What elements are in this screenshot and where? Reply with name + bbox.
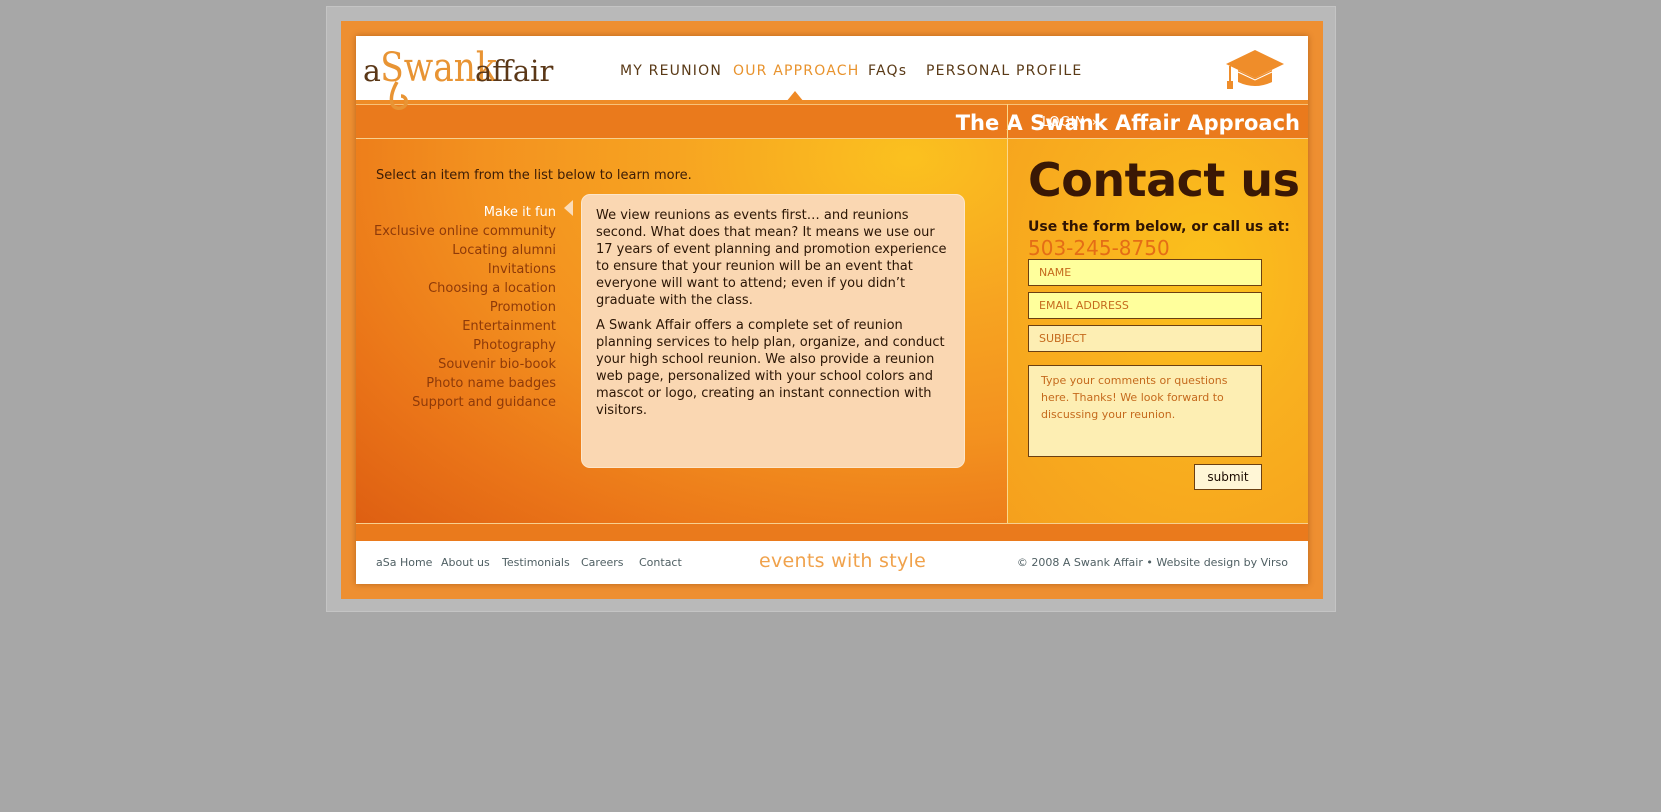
name-field[interactable] bbox=[1028, 259, 1262, 286]
tagline: events with style bbox=[759, 550, 927, 572]
topic-locating-alumni[interactable]: Locating alumni bbox=[374, 241, 556, 260]
contact-subtitle: Use the form below, or call us at: bbox=[1028, 219, 1290, 235]
header: a Swank affair MY REUNION OUR APPROACH F… bbox=[356, 36, 1308, 110]
email-field[interactable] bbox=[1028, 292, 1262, 319]
topic-list: Make it fun Exclusive online community L… bbox=[374, 203, 556, 412]
logo[interactable]: a Swank affair bbox=[363, 38, 563, 118]
footer-link-asa-home[interactable]: aSa Home bbox=[376, 556, 432, 569]
footer-link-careers[interactable]: Careers bbox=[581, 556, 624, 569]
page-title: The A Swank Affair Approach bbox=[955, 111, 1300, 135]
topic-content-box: We view reunions as events first… and re… bbox=[581, 194, 965, 468]
phone-number: 503-245-8750 bbox=[1028, 236, 1170, 260]
footer-link-contact[interactable]: Contact bbox=[639, 556, 682, 569]
content-paragraph-2: A Swank Affair offers a complete set of … bbox=[596, 318, 945, 418]
footer-link-testimonials[interactable]: Testimonials bbox=[502, 556, 570, 569]
graduation-cap-icon bbox=[1226, 50, 1284, 89]
subject-field[interactable] bbox=[1028, 325, 1262, 352]
topic-promotion[interactable]: Promotion bbox=[374, 298, 556, 317]
intro-text: Select an item from the list below to le… bbox=[376, 168, 692, 183]
topic-entertainment[interactable]: Entertainment bbox=[374, 317, 556, 336]
topic-photo-name-badges[interactable]: Photo name badges bbox=[374, 374, 556, 393]
login-link[interactable]: LOGIN » bbox=[1042, 115, 1100, 130]
bubble-pointer bbox=[564, 200, 573, 216]
login-label: LOGIN bbox=[1042, 115, 1086, 130]
content-paragraph-1: We view reunions as events first… and re… bbox=[596, 208, 947, 308]
bottom-strip bbox=[356, 523, 1308, 541]
double-chevron-right-icon: » bbox=[1091, 115, 1101, 130]
topic-choosing-a-location[interactable]: Choosing a location bbox=[374, 279, 556, 298]
footer-link-about-us[interactable]: About us bbox=[441, 556, 490, 569]
submit-button[interactable]: submit bbox=[1194, 464, 1262, 490]
site-container: a Swank affair MY REUNION OUR APPROACH F… bbox=[356, 36, 1308, 584]
nav-my-reunion[interactable]: MY REUNION bbox=[620, 63, 722, 79]
nav-personal-profile[interactable]: PERSONAL PROFILE bbox=[926, 63, 1082, 79]
topic-photography[interactable]: Photography bbox=[374, 336, 556, 355]
topic-make-it-fun[interactable]: Make it fun bbox=[374, 203, 556, 222]
footer: aSa Home About us Testimonials Careers C… bbox=[356, 541, 1308, 584]
topic-souvenir-bio-book[interactable]: Souvenir bio-book bbox=[374, 355, 556, 374]
contact-title: Contact us bbox=[1028, 153, 1300, 207]
approach-section: Select an item from the list below to le… bbox=[356, 139, 1007, 523]
nav-faqs[interactable]: FAQs bbox=[868, 63, 907, 79]
contact-panel: Contact us Use the form below, or call u… bbox=[1008, 139, 1308, 523]
copyright: © 2008 A Swank Affair • Website design b… bbox=[1016, 556, 1288, 569]
nav-our-approach[interactable]: OUR APPROACH bbox=[733, 63, 859, 79]
logo-a: a bbox=[363, 54, 381, 89]
comments-field[interactable] bbox=[1028, 365, 1262, 457]
topic-support-and-guidance[interactable]: Support and guidance bbox=[374, 393, 556, 412]
topic-exclusive-online-community[interactable]: Exclusive online community bbox=[374, 222, 556, 241]
logo-affair: affair bbox=[475, 54, 553, 88]
topic-invitations[interactable]: Invitations bbox=[374, 260, 556, 279]
